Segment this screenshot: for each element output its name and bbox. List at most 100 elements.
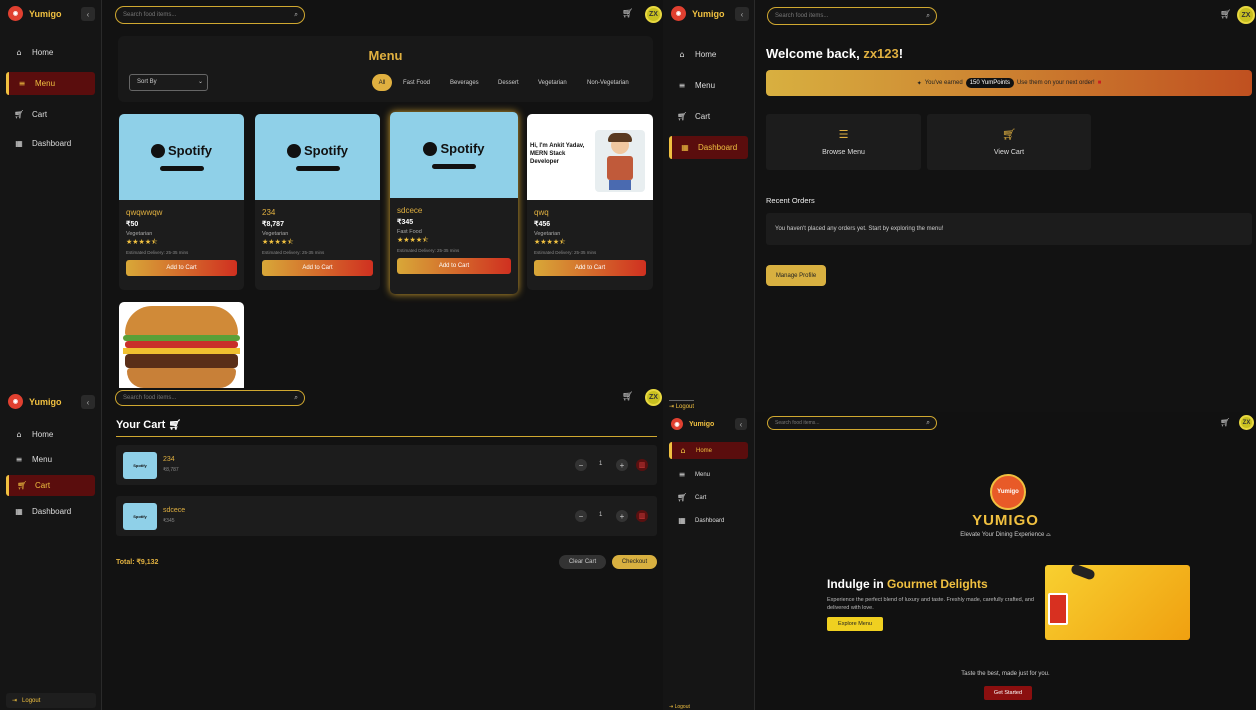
nav-menu[interactable]: ≡ Menu [669,465,748,484]
filter-vegetarian[interactable]: Vegetarian [538,80,567,86]
search-input[interactable]: Search food items... ⌕ [115,6,305,24]
cart-icon: 🛒︎ [677,112,688,121]
nav-home-label: Home [695,50,717,59]
food-image: Spotify [390,112,518,198]
filter-all-label: All [378,79,386,86]
logout-button[interactable]: ⇥ Logout [669,400,695,410]
clear-cart-button[interactable]: Clear Cart [559,555,606,569]
add-to-cart-button[interactable]: Add to Cart [262,260,373,276]
avatar-initials: ZX [649,394,658,401]
logout-button[interactable]: ⇥ Logout [669,704,690,710]
add-to-cart-button[interactable]: Add to Cart [534,260,646,276]
hero-highlight: Gourmet Delights [887,577,988,591]
add-to-cart-label: Add to Cart [438,263,470,269]
rating-stars: ★★★★⯪ [534,238,566,246]
search-input[interactable]: Search food items... ⌕ [767,7,937,25]
nav-menu[interactable]: ≡ Menu [6,72,95,95]
add-to-cart-button[interactable]: Add to Cart [126,260,237,276]
avatar[interactable]: ZX [1237,6,1255,24]
filter-beverages[interactable]: Beverages [450,80,479,86]
nav-home[interactable]: ⌂ Home [6,425,95,444]
sort-select[interactable]: Sort By ⌄ [129,74,208,91]
brand-name: Yumigo [692,8,725,19]
cart-item-row: Spotify sdcece ₹345 − 1 + ▥ [116,496,657,536]
home-icon: ⌂ [16,430,22,439]
rating-stars: ★★★★⯪ [397,236,429,244]
nav-cart[interactable]: 🛒︎ Cart [6,105,95,124]
checkout-button[interactable]: Checkout [612,555,657,569]
dish-icon: ⌓ [1045,532,1051,538]
increase-qty-button[interactable]: + [616,510,628,522]
avatar[interactable]: ZX [645,6,662,23]
header-cart-icon[interactable]: 🛒︎ [622,9,633,19]
nav-cart[interactable]: 🛒︎ Cart [669,107,748,126]
sidebar: ◉ Yumigo ‹ ⌂ Home ≡ Menu 🛒︎ Cart ▦ Dashboard… [0,388,102,710]
search-input[interactable]: Search food items... ⌕ [115,390,305,406]
logo-icon: ◉ [671,6,686,21]
portfolio-illustration [595,130,645,192]
logout-button[interactable]: ⇥ Logout [6,693,96,708]
view-cart-label: View Cart [993,149,1025,156]
logout-label: Logout [675,404,695,410]
search-input[interactable]: Search food items... ⌕ [767,416,937,430]
nav-menu-label: Menu [695,81,716,90]
checkout-label: Checkout [621,559,648,565]
spotify-logo-icon [286,143,301,158]
chevron-down-icon: ⌄ [197,79,203,85]
food-name: qwqwwqw [126,208,163,217]
menu-icon: ≡ [678,81,686,90]
collapse-sidebar-button[interactable]: ‹ [735,418,747,430]
header-cart-icon[interactable]: 🛒︎ [1220,418,1230,427]
nav-menu[interactable]: ≡ Menu [669,76,748,95]
nav-home[interactable]: ⌂ Home [669,45,748,64]
avatar[interactable]: ZX [645,389,662,406]
nav-cart[interactable]: 🛒︎ Cart [669,488,748,507]
collapse-sidebar-button[interactable]: ‹ [81,395,95,409]
cart-window: ◉ Yumigo ‹ ⌂ Home ≡ Menu 🛒︎ Cart ▦ Dashboard… [0,388,663,710]
decrease-qty-button[interactable]: − [575,510,587,522]
nav-home-label: Home [32,430,54,439]
nav-cart-label: Cart [35,481,51,490]
add-to-cart-label: Add to Cart [574,265,606,271]
cart-icon: 🛒︎ [17,481,28,490]
nav-cart[interactable]: 🛒︎ Cart [6,475,95,496]
filter-fast-food[interactable]: Fast Food [403,80,430,86]
nav-dashboard[interactable]: ▦ Dashboard [6,502,95,521]
increase-qty-button[interactable]: + [616,459,628,471]
home-window: ◉ Yumigo ‹ ⌂ Home ≡ Menu 🛒︎ Cart ▦ Dashboard… [663,412,1256,710]
food-name: 234 [262,208,276,217]
delete-item-button[interactable]: ▥ [636,510,648,522]
nav-home[interactable]: ⌂ Home [6,43,95,62]
get-started-button[interactable]: Get Started [984,686,1032,700]
nav-menu[interactable]: ≡ Menu [6,450,95,469]
cart-item-name: 234 [163,456,175,463]
nav-dashboard[interactable]: ▦ Dashboard [6,134,95,153]
avatar[interactable]: ZX [1239,415,1254,430]
filter-non-vegetarian[interactable]: Non-Vegetarian [587,80,629,86]
explore-menu-button[interactable]: Explore Menu [827,617,883,631]
filter-dessert[interactable]: Dessert [498,80,519,86]
nav-menu-label: Menu [32,455,53,464]
add-to-cart-button[interactable]: Add to Cart [397,258,511,274]
nav-dashboard[interactable]: ▦ Dashboard [669,136,748,159]
header-cart-icon[interactable]: 🛒︎ [622,392,633,402]
manage-profile-button[interactable]: Manage Profile [766,265,826,286]
hero-description: Experience the perfect blend of luxury a… [827,597,1034,611]
logo-icon: ◉ [8,6,23,21]
cart-icon: 🛒︎ [677,493,688,502]
logout-icon: ⇥ [669,404,676,410]
search-placeholder: Search food items... [123,12,177,18]
collapse-sidebar-button[interactable]: ‹ [735,7,749,21]
food-image: Spotify [255,114,380,200]
view-cart-card[interactable]: 🛒︎ View Cart [927,114,1091,170]
header-cart-icon[interactable]: 🛒︎ [1220,10,1231,20]
delete-item-button[interactable]: ▥ [636,459,648,471]
filter-all[interactable]: All [372,74,392,91]
food-category: Vegetarian [534,231,561,237]
welcome-prefix: Welcome back, [766,46,864,61]
decrease-qty-button[interactable]: − [575,459,587,471]
search-placeholder: Search food items... [775,13,829,19]
browse-menu-card[interactable]: ☰ Browse Menu [766,114,921,170]
nav-home[interactable]: ⌂ Home [669,442,748,459]
collapse-sidebar-button[interactable]: ‹ [81,7,95,21]
